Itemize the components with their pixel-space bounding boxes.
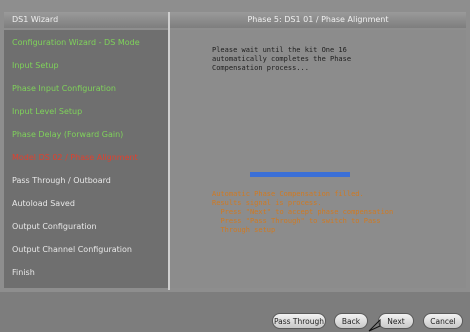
- step-item[interactable]: Input Setup: [12, 61, 164, 70]
- step-item[interactable]: Input Level Setup: [12, 107, 164, 116]
- wizard-title: DS1 Wizard: [4, 12, 168, 28]
- step-title: Phase 5: DS1 01 / Phase Alignment: [170, 12, 466, 28]
- step-item[interactable]: Phase Input Configuration: [12, 84, 164, 93]
- mouse-pointer-icon: [368, 318, 381, 332]
- result-message: Automatic Phase Compensation filled. Res…: [212, 190, 394, 234]
- back-button[interactable]: Back: [334, 313, 368, 329]
- wait-message: Please wait until the kit One 16 automat…: [212, 46, 352, 72]
- progress-fill: [250, 172, 350, 177]
- step-item[interactable]: Pass Through / Outboard: [12, 176, 164, 185]
- step-item[interactable]: Phase Delay (Forward Gain): [12, 130, 164, 139]
- step-item[interactable]: Autoload Saved: [12, 199, 164, 208]
- step-item-current[interactable]: Model DS 02 / Phase Alignment: [12, 153, 164, 162]
- step-list: Configuration Wizard - DS Mode Input Set…: [4, 30, 168, 288]
- pass-through-button[interactable]: Pass Through: [272, 313, 326, 329]
- step-item[interactable]: Finish: [12, 268, 164, 277]
- progress-bar: [250, 172, 350, 177]
- wizard-window: DS1 Wizard Phase 5: DS1 01 / Phase Align…: [0, 0, 470, 332]
- step-item[interactable]: Output Configuration: [12, 222, 164, 231]
- cancel-button[interactable]: Cancel: [423, 313, 463, 329]
- step-item[interactable]: Configuration Wizard - DS Mode: [12, 38, 164, 47]
- step-content: Please wait until the kit One 16 automat…: [170, 30, 466, 288]
- step-item[interactable]: Output Channel Configuration: [12, 245, 164, 254]
